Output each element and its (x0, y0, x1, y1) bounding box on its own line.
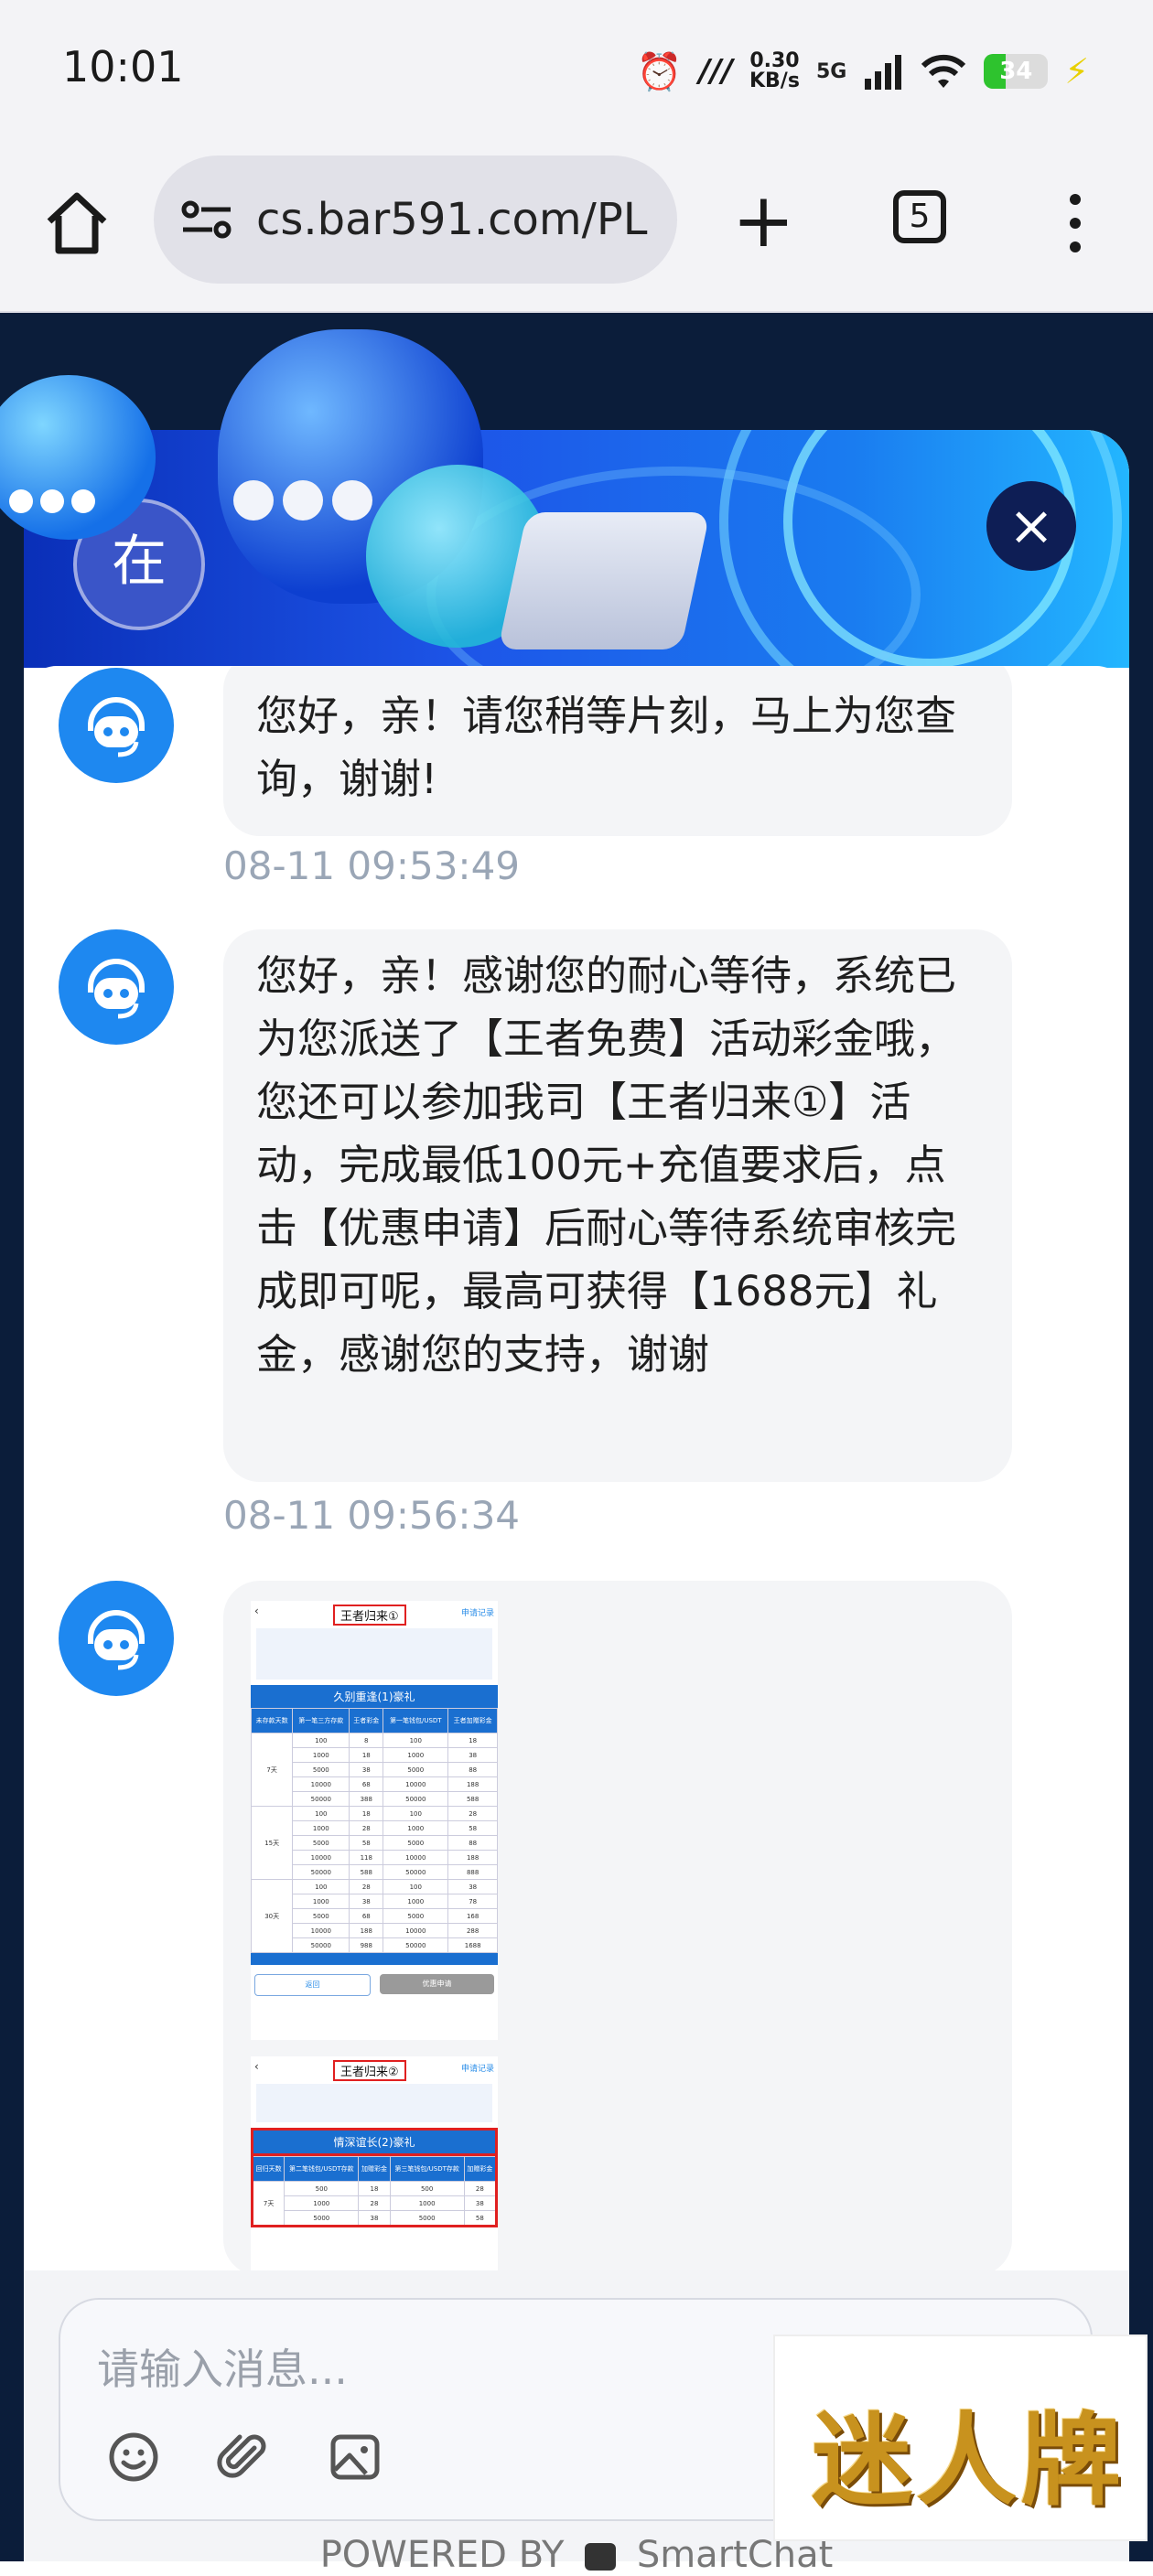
apply-button: 优惠申请 (380, 1974, 494, 1994)
agent-message: 您好，亲！感谢您的耐心等待，系统已为您派送了【王者免费】活动彩金哦，您还可以参加… (223, 929, 1012, 1482)
promo-screenshot-1[interactable]: ‹ 王者归来① 申请记录 久别重逢(1)豪礼 未存款天数 第一笔三方存款 王者彩金… (251, 1601, 498, 2040)
signal-icon (865, 55, 902, 90)
apply-record-link: 申请记录 (460, 2065, 494, 2074)
new-tab-icon[interactable]: + (732, 184, 795, 259)
promo-screenshot-2[interactable]: ‹ 王者归来② 申请记录 情深谊长(2)豪礼 回归天数 第二笔钱包/USDT存款 … (251, 2056, 498, 2270)
promo-title: 王者归来① (333, 1605, 406, 1626)
apply-record-link: 申请记录 (460, 1609, 494, 1618)
promo-table-row: 15天 100 18 100 28 (251, 1806, 498, 1880)
smartchat-logo-icon (585, 2543, 617, 2571)
status-time: 10:01 (62, 42, 184, 91)
back-button: 返回 (254, 1974, 371, 1996)
alarm-icon: ⏰ (636, 50, 683, 93)
message-timestamp: 08-11 09:56:34 (223, 1493, 521, 1538)
bubble-dots-small (9, 489, 95, 517)
more-menu-icon[interactable] (1061, 187, 1089, 260)
tab-switcher-button[interactable]: 5 (893, 190, 946, 243)
headset-agent-icon (88, 1610, 145, 1670)
promo-footer (251, 1953, 498, 1965)
site-settings-icon[interactable] (181, 199, 232, 240)
agent-avatar (59, 1581, 174, 1696)
promo-table-row: 30天 100 28 100 38 (251, 1879, 498, 1953)
emoji-icon[interactable] (104, 2428, 163, 2486)
agent-message: 您好，亲！请您稍等片刻，马上为您查询，谢谢! (223, 666, 1012, 836)
promo-description (251, 1626, 498, 1685)
back-arrow-icon: ‹ (254, 2060, 259, 2073)
attachment-icon[interactable] (214, 2428, 273, 2486)
status-bar: 10:01 ⏰ /// 0.30 KB/s 5G 34 ⚡ (0, 0, 1153, 146)
bubble-dots-large (233, 480, 372, 524)
chat-bubble-decoration-base (498, 512, 710, 649)
home-icon[interactable] (40, 187, 113, 260)
network-type: 5G (815, 59, 847, 83)
address-bar[interactable]: cs.bar591.com/PL (154, 156, 677, 284)
promo-table-row: 5000 38 5000 58 (253, 2210, 498, 2227)
promo-title: 王者归来② (333, 2060, 406, 2081)
promo-table-row: 7天 500 18 500 28 (251, 2181, 498, 2227)
status-icons: ⏰ /// 0.30 KB/s 5G 34 ⚡ (637, 44, 1089, 99)
charging-icon: ⚡ (1064, 51, 1089, 91)
promo-table-title: 久别重逢(1)豪礼 (251, 1685, 498, 1708)
input-placeholder: 请输入消息... (97, 2345, 348, 2394)
url-text[interactable]: cs.bar591.com/PL (256, 194, 659, 245)
battery-icon: 34 (984, 54, 1049, 89)
image-icon[interactable] (326, 2428, 384, 2486)
browser-toolbar: cs.bar591.com/PL + 5 (0, 146, 1153, 313)
promo-description (251, 2082, 498, 2128)
promo-table-title: 情深谊长(2)豪礼 (251, 2128, 498, 2156)
watermark-logo: 迷人牌 (773, 2334, 1148, 2541)
back-arrow-icon: ‹ (254, 1605, 259, 1617)
agent-avatar (59, 929, 174, 1045)
close-chat-button[interactable]: × (986, 481, 1076, 571)
promo-table: 未存款天数 第一笔三方存款 王者彩金 第一笔钱包/USDT 王者加赠彩金 7天 100… (251, 1708, 498, 1953)
message-list[interactable]: 您好，亲！请您稍等片刻，马上为您查询，谢谢! 08-11 09:53:49 您好… (24, 666, 1129, 2270)
promo-table-row: 1000 28 1000 38 (253, 2195, 498, 2211)
vibrate-icon: /// (698, 53, 733, 90)
wifi-icon (921, 54, 966, 88)
headset-agent-icon (88, 959, 145, 1019)
network-speed: 0.30 KB/s (749, 49, 800, 92)
promo-table: 回归天数 第二笔钱包/USDT存款 加赠彩金 第三笔钱包/USDT存款 加赠彩金 7… (251, 2156, 498, 2227)
headset-agent-icon (88, 697, 145, 757)
image-message[interactable]: ‹ 王者归来① 申请记录 久别重逢(1)豪礼 未存款天数 第一笔三方存款 王者彩金… (223, 1581, 1012, 2270)
agent-avatar (59, 668, 174, 783)
watermark-text: 迷人牌 (812, 2401, 1125, 2519)
message-timestamp: 08-11 09:53:49 (223, 843, 521, 888)
promo-table-row: 7天 100 8 100 18 (251, 1733, 498, 1807)
